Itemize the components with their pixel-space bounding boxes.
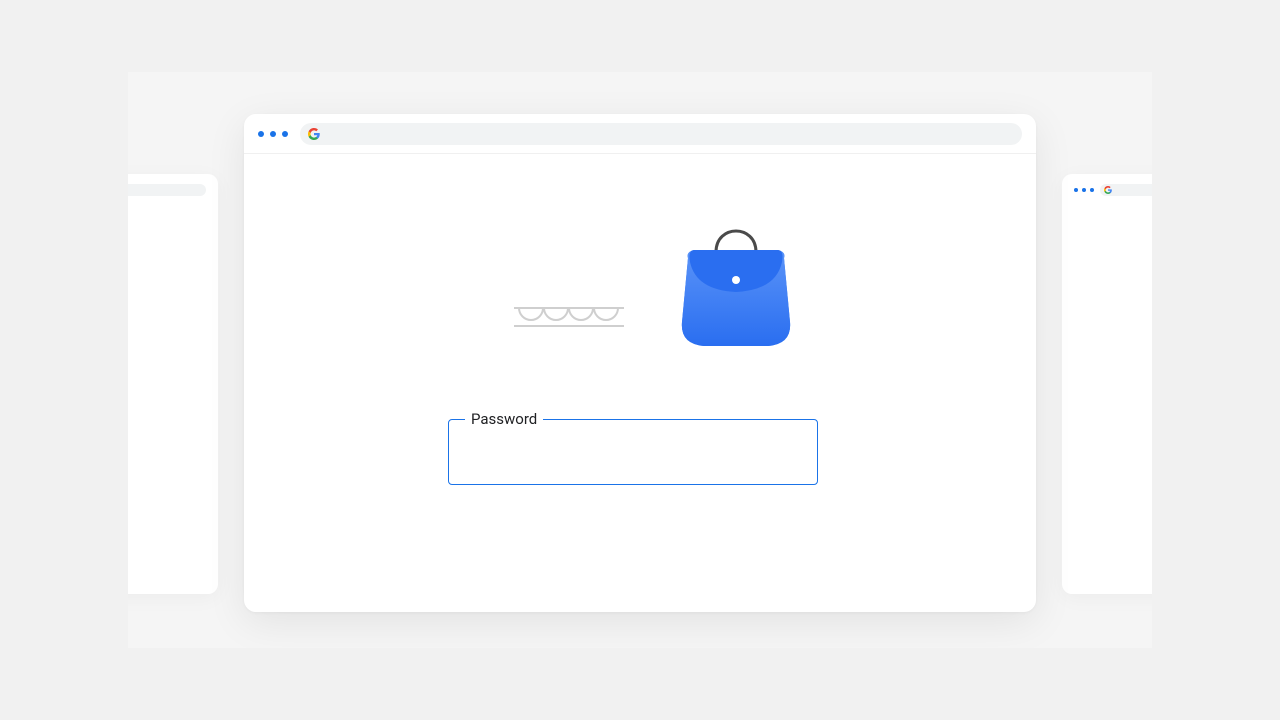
- browser-chrome-bar: [244, 114, 1036, 154]
- url-bar[interactable]: [300, 123, 1022, 145]
- hero-illustration: [244, 184, 1036, 384]
- window-control-dots[interactable]: [258, 131, 288, 137]
- scallop-decoration-icon: [514, 304, 624, 332]
- window-control-dots: [1074, 188, 1094, 192]
- background-browser-window-right: [1062, 174, 1152, 594]
- google-g-logo-icon: [1104, 186, 1112, 194]
- url-bar-mini: [128, 184, 206, 196]
- password-input[interactable]: [449, 420, 817, 484]
- page-content: Password: [244, 154, 1036, 612]
- handbag-icon: [676, 214, 796, 354]
- password-field[interactable]: Password: [448, 419, 818, 485]
- background-browser-window-left: [128, 174, 218, 594]
- google-g-logo-icon: [308, 128, 320, 140]
- browser-window: Password: [244, 114, 1036, 612]
- url-bar-mini: [1100, 184, 1152, 196]
- stage-background: Password: [128, 72, 1152, 648]
- password-field-wrap: Password: [448, 419, 818, 485]
